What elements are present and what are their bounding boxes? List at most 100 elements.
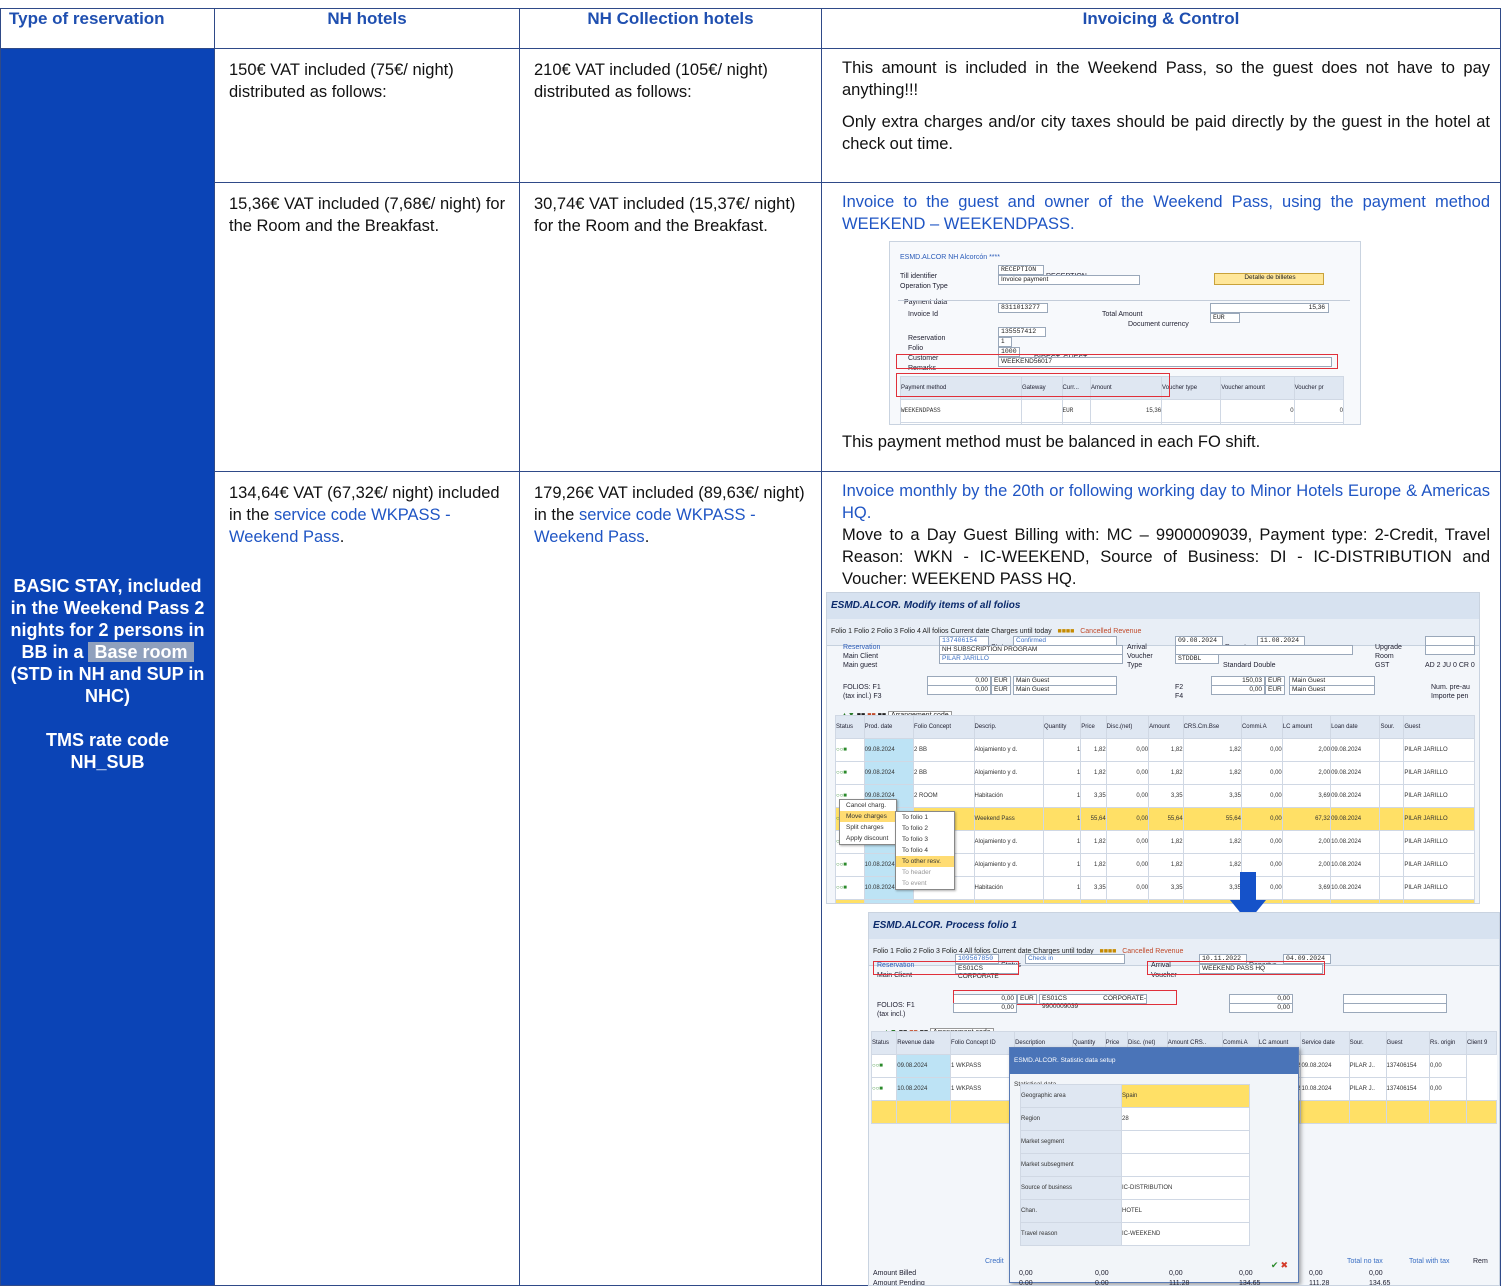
shot1-till-field[interactable]: RECEPTION [998,265,1044,275]
dialog-field-label: Geographic area [1020,1084,1122,1108]
dialog-field-value[interactable]: IC-WEEKEND [1121,1222,1250,1246]
cell: 137406154 [1385,1077,1431,1101]
cell: 1 [1043,738,1082,762]
shot1-col-vt: Voucher type [1161,376,1222,400]
cell: 3,69 [1281,784,1332,808]
shot2-type-field[interactable]: STDDBL [1175,654,1219,664]
dialog-field-row: Geographic area Spain [1020,1084,1250,1108]
shot1-res-field[interactable]: 135557412 [998,327,1046,337]
dialog-field-label: Market subsegment [1020,1153,1122,1177]
shot1-empty-g [1293,422,1345,424]
shot1-total-field[interactable]: 15,36 [1210,303,1329,313]
confirm-check-icon[interactable]: ✔ [1271,1260,1279,1270]
shot1-folio-field[interactable]: 1 [998,337,1012,347]
shot1-detail-button[interactable]: Detalle de billetes [1214,273,1324,285]
shot2-f3-cur: EUR [991,685,1011,695]
menu-item[interactable]: To event [896,878,954,889]
dialog-field-value[interactable] [1121,1153,1250,1177]
shot2-room-field[interactable] [1425,645,1475,655]
shot2-f4-cur: EUR [1265,685,1285,695]
cell [1300,1100,1350,1124]
status-cell: ○○■ [835,876,865,900]
shot3-rem-label: Rem [1473,1258,1488,1265]
shot2-col-header: Amount [1148,715,1184,739]
shot1-amt-cell[interactable]: 15,36 [1090,399,1163,423]
table-row[interactable]: ○○■10.08.20242 WKPASSWeekend Pass155,640… [835,899,1475,903]
shot2-title: ESMD.ALCOR. Modify items of all folios [827,593,1479,619]
shot1-invoice-field[interactable]: 8311013277 [998,303,1048,313]
cell: 2,00 [1281,830,1332,854]
shot2-f4-who: Main Guest [1289,685,1375,695]
dialog-field-value[interactable]: HOTEL [1121,1199,1250,1223]
cell: PILAR JARILLO [1403,784,1475,808]
menu-item[interactable]: Cancel charg. [840,800,896,811]
dialog-field-value[interactable] [1121,1130,1250,1154]
shot3-status-field[interactable]: Check in [1025,954,1125,964]
shot2-col-header: Quantity [1043,715,1082,739]
cell [1429,1100,1467,1124]
cell: PILAR JARILLO [1403,876,1475,900]
shot1-doccur-field[interactable]: EUR [1210,313,1240,323]
shot1-op-select[interactable]: Invoice payment [998,275,1140,285]
cell: 1 [1043,830,1082,854]
cell: PILAR JARILLO [1403,830,1475,854]
pending-value: 134,65 [1369,1280,1391,1286]
row2-invoicing: Invoice to the guest and owner of the We… [821,182,1501,472]
dialog-field-row: Market segment [1020,1130,1250,1154]
cell: Weekend Pass [973,807,1045,831]
row2-inv-p2: This payment method must be balanced in … [842,433,1261,451]
shot1-empty-c [1061,422,1092,424]
cell: 0,00 [1105,876,1150,900]
cell: 2,00 [1281,761,1332,785]
cell [1379,784,1405,808]
shot3-r2-extra [1343,1003,1447,1013]
menu-item[interactable]: Move charges [840,811,896,822]
dialog-field-value[interactable]: 28 [1121,1107,1250,1131]
table-row[interactable]: ○○■ 09.08.2024 2 BB Alojamiento y d. 1 1,82 0,… [835,761,1475,785]
cell: 09.08.2024 [1330,784,1381,808]
menu-item[interactable]: Split charges [840,822,896,833]
table-row[interactable]: ○○■ 09.08.2024 2 ROOM Habitación 1 3,35 0,00 3,… [835,784,1475,808]
menu-item[interactable]: To folio 3 [896,834,954,845]
shot2-col-header: CRS.Cm.Bse [1182,715,1242,739]
menu-item[interactable]: To folio 2 [896,823,954,834]
shot2-col-header: Commi.A [1240,715,1283,739]
shot3-col-header: Rs. origin [1429,1031,1467,1055]
menu-item[interactable]: To header [896,867,954,878]
shot2-guest-field[interactable]: PILAR JARILLO [939,654,1123,664]
menu-item[interactable]: To folio 1 [896,812,954,823]
table-row[interactable]: ○○■ 09.08.2024 2 BB Alojamiento y d. 1 1,82 0,… [835,738,1475,762]
cancel-x-icon[interactable]: ✖ [1280,1260,1288,1270]
cell: PILAR JARILLO [1403,899,1475,903]
shot3-col-header: Status [870,1031,898,1055]
shot2-cancelled[interactable]: Cancelled Revenue [1080,628,1141,635]
cell: PILAR JARILLO [1403,853,1475,877]
shot1-va-cell: 0 [1220,399,1295,423]
cell [1348,1100,1387,1124]
shot3-cancelled[interactable]: Cancelled Revenue [1122,948,1183,955]
cell: 09.08.2024 [1330,738,1381,762]
cell [1379,830,1405,854]
menu-item[interactable]: To folio 4 [896,845,954,856]
cell: 137406154 [1385,1054,1431,1078]
shot2-col-header: Status [835,715,865,739]
dialog-field-value[interactable]: IC-DISTRIBUTION [1121,1176,1250,1200]
cell: 09.08.2024 [863,738,915,762]
row3-inv-p2: Move to a Day Guest Billing with: MC – 9… [842,526,1490,588]
shot3-col-header: Guest [1385,1031,1431,1055]
menu-item[interactable]: To other resv. [896,856,954,867]
cell: 1 [1043,807,1082,831]
status-cell: ○○■ [835,761,865,785]
dialog-field-value[interactable]: Spain [1121,1084,1250,1108]
row3-invoicing: Invoice monthly by the 20th or following… [821,471,1501,1286]
shot1-pm-cell[interactable]: WEEKENDPASS [900,399,1022,423]
shot2-col-header: Loan date [1330,715,1381,739]
menu-item[interactable]: Apply discount [840,833,896,844]
dialog-field-row: Chan. HOTEL [1020,1199,1250,1223]
cell [1379,761,1405,785]
base-room-highlight: Base room [88,642,194,662]
shot2-toolbar-text[interactable]: Folio 1 Folio 2 Folio 3 Folio 4 All foli… [831,628,1052,635]
cell: 0,00 [1105,784,1150,808]
cell: 2 BB [913,761,975,785]
shot2-guest-label: Main guest [843,662,878,669]
